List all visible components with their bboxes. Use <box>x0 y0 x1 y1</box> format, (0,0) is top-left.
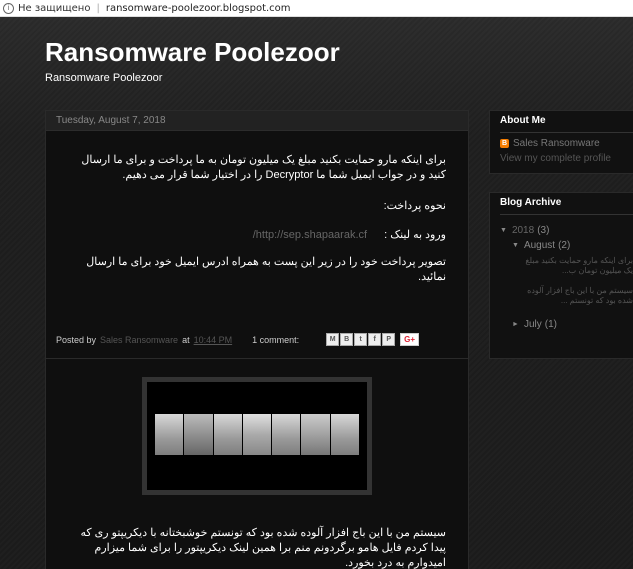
blog-page: Ransomware Poolezoor Ransomware Poolezoo… <box>0 17 633 569</box>
post-date: Tuesday, August 7, 2018 <box>46 111 468 131</box>
archive-month-august[interactable]: ▼ August (2) <box>512 240 570 251</box>
profile-name-link[interactable]: Sales Ransomware <box>513 138 600 149</box>
archive-post-link-1[interactable]: برای اینکه مارو حمایت بکنید مبلغ یک میلی… <box>525 256 633 276</box>
post-paragraph-1: برای اینکه مارو حمایت بکنید مبلغ یک میلی… <box>81 154 446 181</box>
payment-link[interactable]: http://sep.shapaarak.cf/ <box>253 229 367 241</box>
post-author-link[interactable]: Sales Ransomware <box>100 335 178 345</box>
pinterest-share-icon[interactable]: P <box>382 333 396 346</box>
facebook-share-icon[interactable]: f <box>368 333 382 346</box>
blog-archive-widget: Blog Archive ▼ 2018 (3) ▼ August (2) برا… <box>489 192 633 359</box>
post-footer: Posted by Sales Ransomware at 10:44 PM 1… <box>56 333 420 346</box>
archive-year-count: (3) <box>537 225 550 236</box>
archive-month-label[interactable]: August <box>524 240 555 251</box>
archive-month-count: (1) <box>544 319 557 330</box>
post-image[interactable] <box>142 377 372 495</box>
blog-archive-heading: Blog Archive <box>500 197 562 208</box>
about-me-widget: About Me B Sales Ransomware View my comp… <box>489 110 633 174</box>
archive-month-july[interactable]: ► July (1) <box>512 319 557 330</box>
email-share-icon[interactable]: M <box>326 333 340 346</box>
archive-month-count: (2) <box>558 240 571 251</box>
post-time-link[interactable]: 10:44 PM <box>194 335 233 345</box>
address-bar[interactable]: i Не защищено | ransomware-poolezoor.blo… <box>0 0 633 17</box>
link-label: ورود به لینک : <box>384 229 446 241</box>
widget-divider <box>500 214 633 215</box>
post-divider <box>46 358 468 359</box>
triangle-right-icon[interactable]: ► <box>512 321 519 328</box>
post2-paragraph: سیستم من با این باج افزار آلوده شده بود … <box>80 527 446 569</box>
info-icon[interactable]: i <box>3 2 14 14</box>
comments-link[interactable]: 1 comment: <box>252 335 299 345</box>
archive-year-2018[interactable]: ▼ 2018 (3) <box>500 225 549 236</box>
at-label: at <box>182 334 190 345</box>
triangle-down-icon[interactable]: ▼ <box>500 227 507 234</box>
blogger-icon: B <box>500 139 509 148</box>
triangle-down-icon[interactable]: ▼ <box>512 242 519 249</box>
post-image-inner <box>147 382 367 490</box>
view-profile-link[interactable]: View my complete profile <box>490 149 633 164</box>
post-paragraph-4: تصویر پرداخت خود را در زیر این پست به هم… <box>86 256 446 283</box>
url-text[interactable]: ransomware-poolezoor.blogspot.com <box>106 3 291 14</box>
gplus-share-button[interactable]: G+ <box>400 333 420 346</box>
archive-post-link-2[interactable]: سیستم من با این باج افزار آلوده شده بود … <box>525 286 633 306</box>
blog-title[interactable]: Ransomware Poolezoor <box>45 37 340 68</box>
blog-share-icon[interactable]: B <box>340 333 354 346</box>
post-paragraph-3: ورود به لینک : http://sep.shapaarak.cf/ <box>68 228 446 243</box>
share-buttons: M B t f P <box>326 333 396 346</box>
profile-name-row: B Sales Ransomware <box>490 133 633 149</box>
archive-month-label[interactable]: July <box>524 319 542 330</box>
twitter-share-icon[interactable]: t <box>354 333 368 346</box>
post-paragraph-2: نحوه پرداخت: <box>383 200 446 212</box>
url-separator: | <box>96 2 100 14</box>
security-label: Не защищено <box>18 2 91 14</box>
blog-description: Ransomware Poolezoor <box>45 72 163 84</box>
posted-by-label: Posted by <box>56 334 97 345</box>
post-column: Tuesday, August 7, 2018 برای اینکه مارو … <box>45 110 469 569</box>
about-me-heading: About Me <box>500 115 546 126</box>
archive-year-label[interactable]: 2018 <box>512 225 534 236</box>
panorama-image <box>155 414 359 455</box>
